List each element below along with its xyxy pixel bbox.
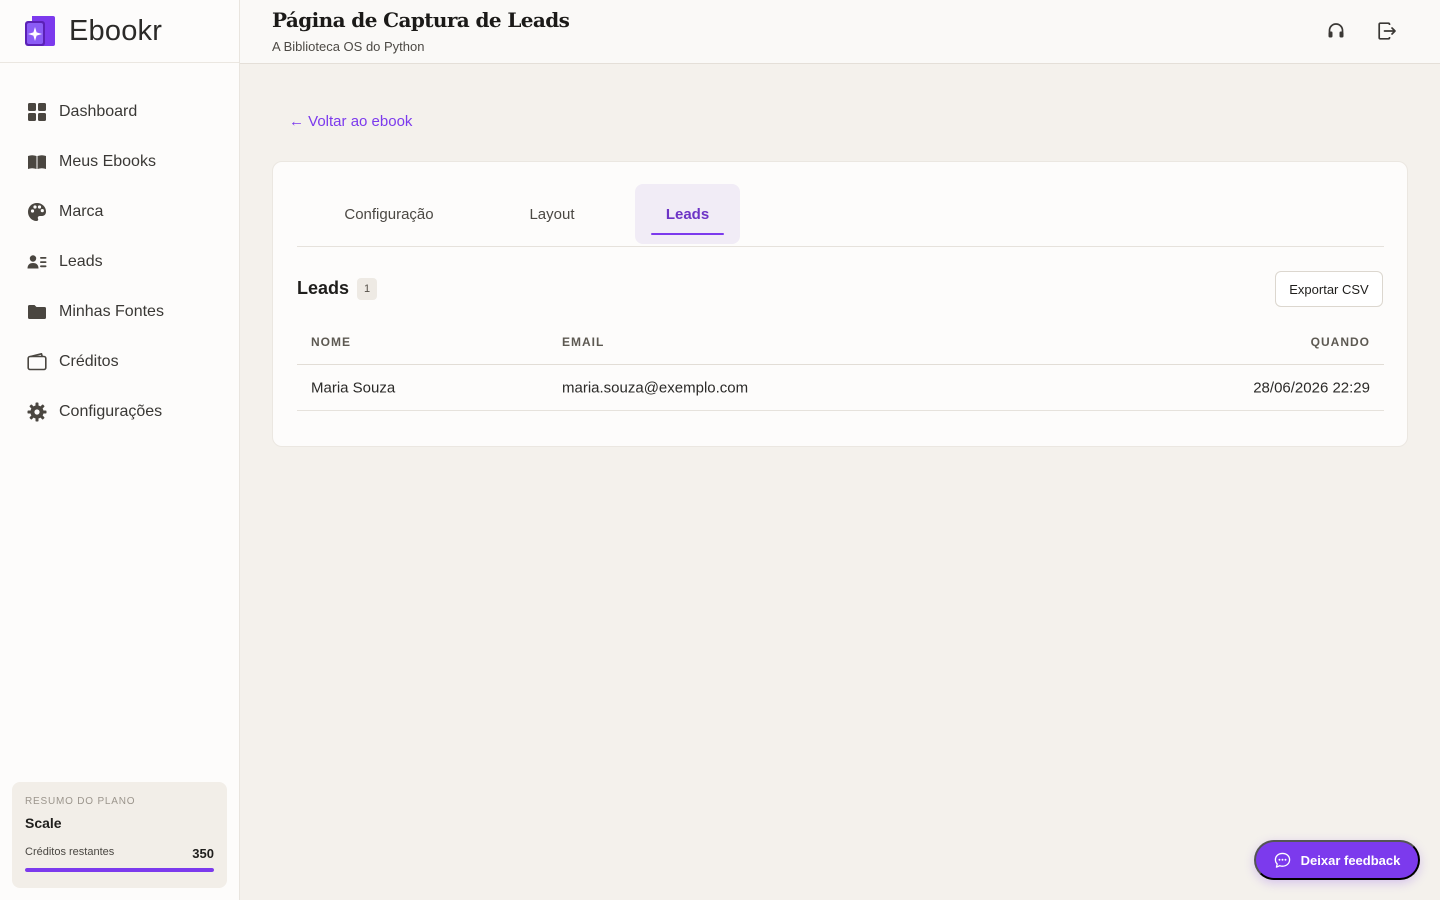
lead-email: maria.souza@exemplo.com [562, 379, 749, 396]
credits-progress-fill [25, 868, 214, 872]
page-title: Página de Captura de Leads [272, 8, 570, 32]
lead-date: 28/06/2026 22:29 [1253, 379, 1370, 396]
feedback-label: Deixar feedback [1300, 852, 1401, 868]
sidebar-item-label: Minhas Fontes [59, 303, 164, 320]
credits-label: Créditos restantes [25, 846, 115, 858]
tab-bar: Configuração Layout Leads [297, 184, 1384, 247]
export-csv-button[interactable]: Exportar CSV [1275, 271, 1383, 307]
sidebar-nav: Dashboard Meus Ebooks Marca Leads Minhas… [0, 87, 239, 437]
tab-label: Layout [529, 205, 575, 223]
sidebar: Ebookr Dashboard Meus Ebooks Marca Leads [0, 0, 240, 900]
logout-icon [1378, 22, 1396, 40]
feedback-button[interactable]: Deixar feedback [1254, 840, 1420, 880]
tab-label: Leads [665, 205, 710, 223]
page-subtitle: A Biblioteca OS do Python [272, 39, 425, 54]
leads-table: NOME EMAIL QUANDO Maria Souza maria.souz… [297, 320, 1384, 411]
sidebar-item-label: Leads [59, 253, 103, 270]
sidebar-item-configuracoes[interactable]: Configurações [0, 387, 239, 437]
support-button[interactable] [1325, 20, 1347, 42]
gear-icon [27, 402, 47, 422]
grid-icon [27, 102, 47, 122]
sidebar-item-meus-ebooks[interactable]: Meus Ebooks [0, 137, 239, 187]
sidebar-item-marca[interactable]: Marca [0, 187, 239, 237]
table-header: NOME EMAIL QUANDO [297, 320, 1384, 365]
plan-credits-row: Créditos restantes 350 [25, 846, 214, 861]
plan-summary: RESUMO DO PLANO Scale Créditos restantes… [12, 782, 227, 888]
wallet-icon [27, 352, 47, 372]
credits-value: 350 [192, 846, 214, 861]
plan-name: Scale [25, 815, 62, 831]
palette-icon [27, 202, 47, 222]
tab-leads[interactable]: Leads [635, 184, 740, 244]
brand-name: Ebookr [69, 14, 163, 47]
table-row[interactable]: Maria Souza maria.souza@exemplo.com 28/0… [297, 365, 1384, 411]
tab-configuracao[interactable]: Configuração [321, 184, 457, 244]
user-list-icon [27, 252, 47, 272]
column-header-name[interactable]: NOME [311, 335, 351, 349]
back-to-ebook-link[interactable]: ← Voltar ao ebook [289, 113, 412, 130]
chat-icon [1274, 852, 1290, 868]
sidebar-item-creditos[interactable]: Créditos [0, 337, 239, 387]
column-header-email[interactable]: EMAIL [562, 335, 604, 349]
lead-name: Maria Souza [311, 379, 396, 396]
column-header-when[interactable]: QUANDO [1311, 335, 1370, 349]
tab-label: Configuração [344, 205, 434, 223]
folder-icon [27, 302, 47, 322]
brand[interactable]: Ebookr [0, 0, 239, 63]
sidebar-item-label: Configurações [59, 403, 163, 420]
sidebar-item-label: Meus Ebooks [59, 153, 156, 170]
headset-icon [1328, 23, 1344, 38]
ebookr-logo-icon [25, 16, 55, 46]
credits-progress-bar [25, 868, 214, 872]
leads-count-badge: 1 [357, 278, 377, 300]
logout-button[interactable] [1376, 20, 1398, 42]
sidebar-item-label: Dashboard [59, 103, 138, 120]
leads-card: Configuração Layout Leads Leads 1 Export… [272, 161, 1408, 447]
leads-section-title: Leads [297, 278, 350, 298]
top-header: Página de Captura de Leads A Biblioteca … [240, 0, 1440, 64]
tab-layout[interactable]: Layout [505, 184, 599, 244]
sidebar-item-label: Créditos [59, 353, 119, 370]
book-icon [27, 152, 47, 172]
active-tab-indicator [651, 233, 724, 235]
sidebar-item-leads[interactable]: Leads [0, 237, 239, 287]
sidebar-item-dashboard[interactable]: Dashboard [0, 87, 239, 137]
sidebar-item-label: Marca [59, 203, 104, 220]
sidebar-item-minhas-fontes[interactable]: Minhas Fontes [0, 287, 239, 337]
plan-summary-label: RESUMO DO PLANO [25, 796, 136, 807]
